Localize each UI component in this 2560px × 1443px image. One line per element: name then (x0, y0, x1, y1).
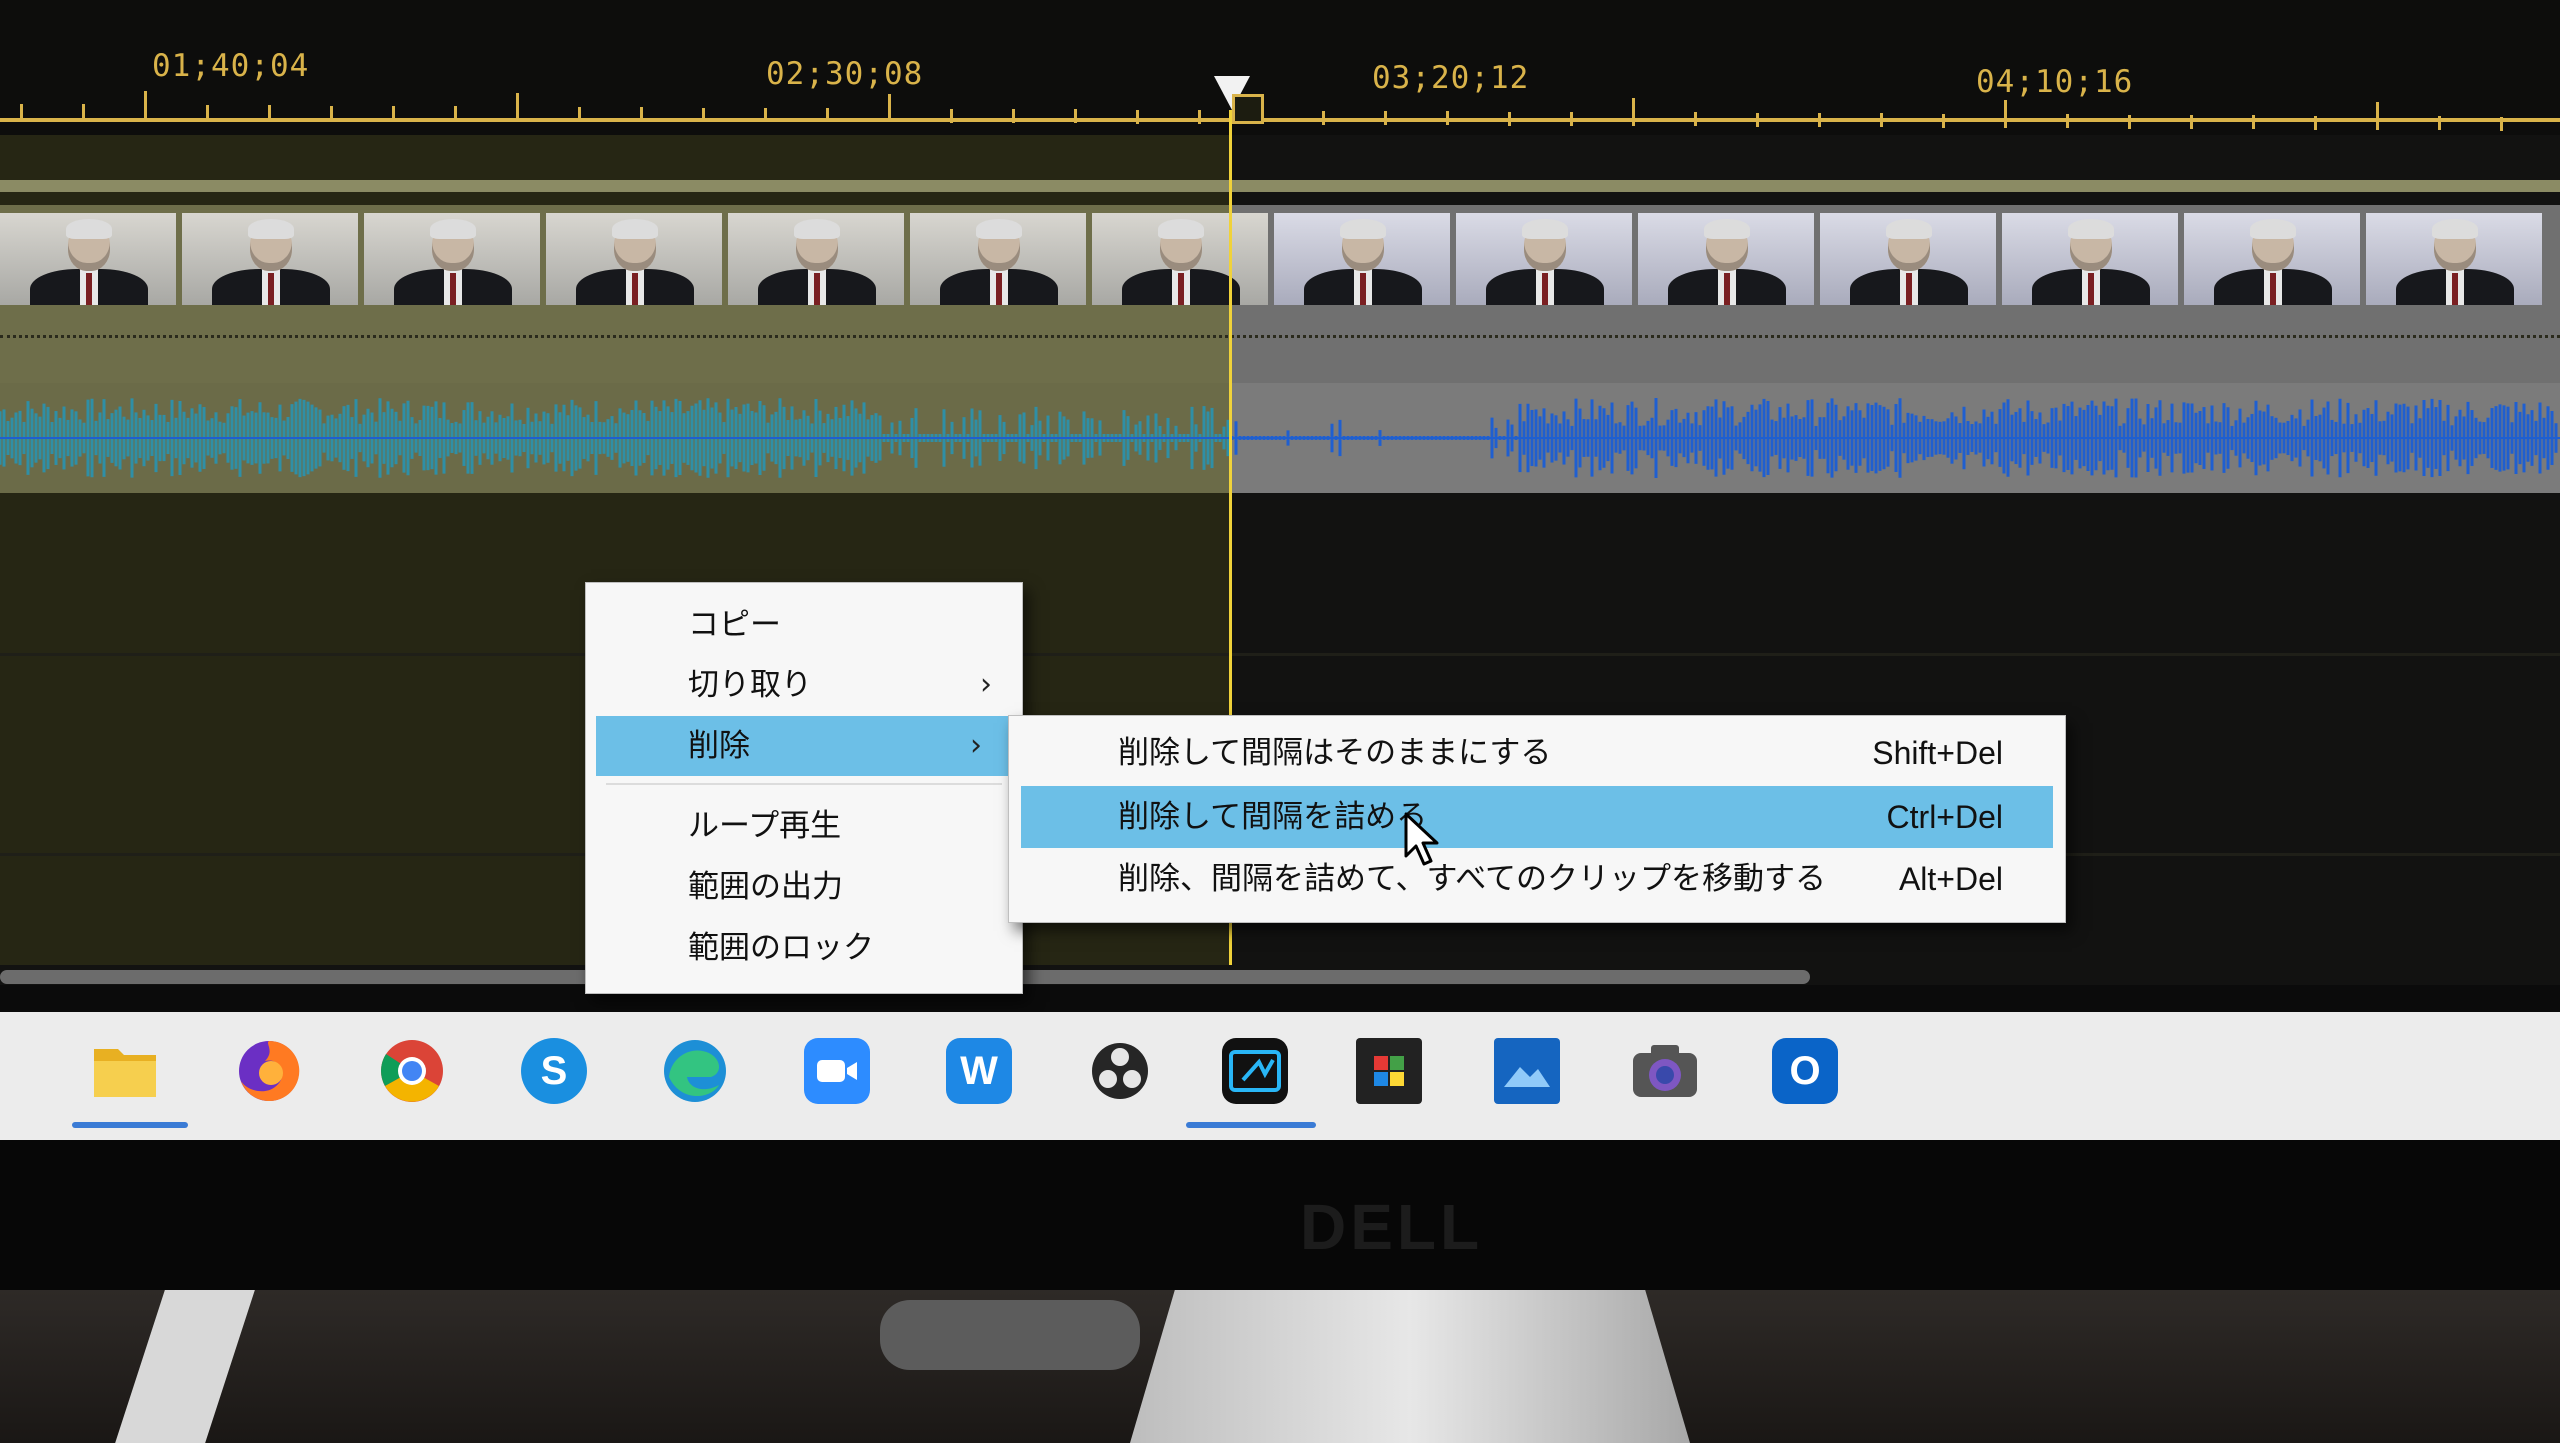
video-thumbnail (182, 213, 358, 305)
menu-separator (606, 783, 1002, 785)
chevron-right-icon: › (970, 728, 982, 763)
shortcut-label: Alt+Del (1898, 861, 2003, 897)
video-thumbnail (1638, 213, 1814, 305)
submenu-item-delete-ripple-all[interactable]: 削除、間隔を詰めて、すべてのクリップを移動する Alt+Del (1021, 848, 2053, 910)
menu-item-loop-play[interactable]: ループ再生 (586, 796, 1022, 856)
ruler-tick (516, 92, 519, 121)
menu-item-label: 削除 (688, 728, 750, 764)
ruler-tick (2376, 101, 2379, 130)
menu-item-label: ループ再生 (688, 808, 842, 844)
timecode-label: 04;10;16 (1976, 64, 2134, 100)
ruler-tick (82, 104, 85, 119)
track-header-bar (0, 180, 2560, 192)
video-thumbnail (2366, 213, 2542, 305)
taskbar-active-indicator (72, 1122, 188, 1128)
mouse-pointer-icon (1404, 812, 1439, 866)
submenu-item-delete-close-gap[interactable]: 削除して間隔を詰める Ctrl+Del (1021, 786, 2053, 848)
monitor-stand (1130, 1290, 1690, 1443)
chevron-right-icon: › (980, 667, 992, 702)
skype-icon[interactable]: S (517, 1034, 591, 1108)
obs-icon[interactable] (1083, 1034, 1157, 1108)
video-thumbnail (2002, 213, 2178, 305)
monitor-logo: DELL (1300, 1191, 1484, 1263)
menu-item-lock-range[interactable]: 範囲のロック (586, 918, 1022, 978)
video-thumbnail (2184, 213, 2360, 305)
shortcut-label: Ctrl+Del (1886, 799, 2003, 835)
timeline-ruler[interactable]: 01;40;04 02;30;08 03;20;12 04;10;16 (0, 0, 2560, 135)
photos-video-icon[interactable] (1490, 1034, 1564, 1108)
menu-item-copy[interactable]: コピー (586, 595, 1022, 655)
video-thumbnail (1274, 213, 1450, 305)
ruler-tick (206, 105, 209, 120)
video-thumbnail (546, 213, 722, 305)
menu-item-export-range[interactable]: 範囲の出力 (586, 857, 1022, 917)
video-thumbnail (1092, 213, 1268, 305)
lane-separator (0, 653, 2560, 656)
edge-icon[interactable] (658, 1034, 732, 1108)
video-thumbnail (0, 213, 176, 305)
video-editor-icon[interactable] (1218, 1034, 1292, 1108)
file-explorer-icon[interactable] (88, 1034, 162, 1108)
video-thumbnail (1456, 213, 1632, 305)
ruler-tick (144, 90, 147, 119)
menu-item-label: 切り取り (688, 667, 812, 703)
desk-background (0, 1290, 2560, 1443)
chrome-icon[interactable] (375, 1034, 449, 1108)
firefox-icon[interactable] (232, 1034, 306, 1108)
stand-leg (115, 1290, 255, 1443)
playhead-flag (1232, 94, 1264, 124)
menu-item-label: コピー (688, 607, 781, 643)
zoom-icon[interactable] (800, 1034, 874, 1108)
word-icon[interactable]: W (942, 1034, 1016, 1108)
audio-waveform (0, 398, 2560, 478)
submenu-item-label: 削除して間隔はそのままにする (1118, 735, 1552, 771)
taskbar: S W O (0, 1012, 2560, 1140)
monitor-bezel: DELL (0, 1140, 2560, 1290)
video-thumbnail (910, 213, 1086, 305)
video-thumbnail (1820, 213, 1996, 305)
menu-item-label: 範囲のロック (688, 930, 874, 966)
submenu-item-label: 削除して間隔を詰める (1118, 799, 1428, 835)
menu-item-delete[interactable]: 削除 › (596, 716, 1012, 776)
context-menu: コピー 切り取り › 削除 › ループ再生 範囲の出力 範囲のロック (585, 582, 1023, 994)
menu-item-label: 範囲の出力 (688, 869, 843, 905)
audio-track[interactable] (0, 383, 2560, 493)
cable-clip (880, 1300, 1140, 1370)
video-thumbnail (364, 213, 540, 305)
timecode-label: 02;30;08 (766, 56, 924, 92)
ruler-tick (2004, 100, 2007, 129)
video-thumbnail (728, 213, 904, 305)
timecode-label: 01;40;04 (152, 48, 310, 84)
camera-icon[interactable] (1628, 1034, 1702, 1108)
timecode-label: 03;20;12 (1372, 60, 1530, 96)
ruler-tick (20, 104, 23, 119)
submenu-item-delete-keep-gap[interactable]: 削除して間隔はそのままにする Shift+Del (1021, 722, 2053, 784)
shortcut-label: Shift+Del (1872, 735, 2003, 771)
submenu-item-label: 削除、間隔を詰めて、すべてのクリップを移動する (1118, 861, 1827, 897)
color-app-icon[interactable] (1352, 1034, 1426, 1108)
taskbar-active-indicator (1186, 1122, 1316, 1128)
delete-submenu: 削除して間隔はそのままにする Shift+Del 削除して間隔を詰める Ctrl… (1008, 715, 2066, 923)
ruler-baseline (0, 118, 2560, 122)
menu-item-cut[interactable]: 切り取り › (586, 655, 1022, 715)
track-divider (0, 335, 2560, 338)
outlook-icon[interactable]: O (1768, 1034, 1842, 1108)
